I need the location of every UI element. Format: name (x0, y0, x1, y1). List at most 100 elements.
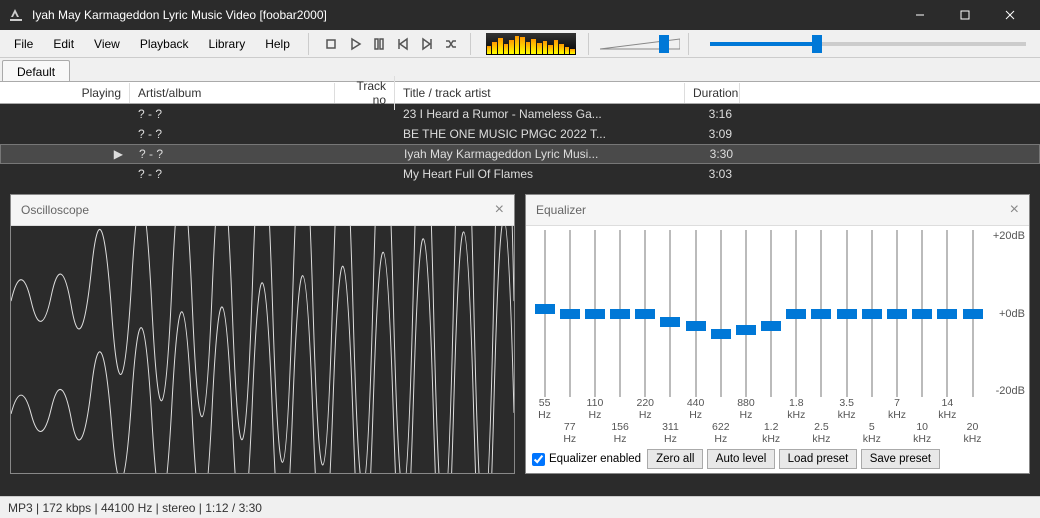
eq-freq-label (582, 421, 607, 445)
toolbar: FileEditViewPlaybackLibraryHelp (0, 30, 1040, 58)
eq-enable-checkbox[interactable]: Equalizer enabled (532, 453, 641, 466)
eq-freq-label: 14 kHz (935, 397, 960, 421)
equalizer-title: Equalizer (536, 203, 1010, 217)
toolbar-separator (470, 33, 474, 55)
track-artist: ? - ? (130, 165, 335, 183)
random-button[interactable] (440, 33, 462, 55)
eq-freq-label: 622 Hz (708, 421, 733, 445)
window-title: Iyah May Karmageddon Lyric Music Video [… (32, 8, 897, 22)
eq-controls: Equalizer enabled Zero all Auto level Lo… (532, 445, 1023, 471)
track-no (336, 152, 396, 156)
eq-band-slider[interactable] (733, 230, 758, 397)
track-title: BE THE ONE MUSIC PMGC 2022 T... (395, 125, 685, 143)
seek-slider[interactable] (710, 33, 1026, 55)
eq-sliders: +20dB +0dB -20dB (532, 230, 1023, 397)
eq-zero-all-button[interactable]: Zero all (647, 449, 703, 469)
track-title: 23 I Heard a Rumor - Nameless Ga... (395, 105, 685, 123)
eq-band-slider[interactable] (759, 230, 784, 397)
status-text: MP3 | 172 kbps | 44100 Hz | stereo | 1:1… (8, 501, 262, 515)
menu-help[interactable]: Help (255, 33, 300, 55)
col-artist[interactable]: Artist/album (130, 83, 335, 103)
track-no (335, 112, 395, 116)
eq-band-slider[interactable] (557, 230, 582, 397)
eq-save-preset-button[interactable]: Save preset (861, 449, 940, 469)
track-no (335, 172, 395, 176)
tab-strip: Default (0, 58, 1040, 82)
eq-load-preset-button[interactable]: Load preset (779, 449, 858, 469)
eq-band-slider[interactable] (834, 230, 859, 397)
maximize-button[interactable] (942, 0, 987, 30)
eq-band-slider[interactable] (910, 230, 935, 397)
playing-indicator: ▶ (1, 145, 131, 163)
spectrum-visualizer[interactable] (486, 33, 576, 55)
eq-band-slider[interactable] (582, 230, 607, 397)
eq-freq-label: 1.2 kHz (759, 421, 784, 445)
track-row[interactable]: ? - ?23 I Heard a Rumor - Nameless Ga...… (0, 104, 1040, 124)
panels-area: Oscilloscope × Equalizer × +20dB +0dB -2… (0, 184, 1040, 484)
next-button[interactable] (416, 33, 438, 55)
title-bar: Iyah May Karmageddon Lyric Music Video [… (0, 0, 1040, 30)
oscilloscope-title: Oscilloscope (21, 203, 495, 217)
menu-view[interactable]: View (84, 33, 130, 55)
status-bar: MP3 | 172 kbps | 44100 Hz | stereo | 1:1… (0, 496, 1040, 518)
eq-band-slider[interactable] (960, 230, 985, 397)
playing-indicator (0, 132, 130, 136)
play-button[interactable] (344, 33, 366, 55)
eq-band-slider[interactable] (784, 230, 809, 397)
col-duration[interactable]: Duration (685, 83, 740, 103)
col-title[interactable]: Title / track artist (395, 83, 685, 103)
close-icon[interactable]: × (1010, 201, 1019, 219)
eq-freq-label (532, 421, 557, 445)
eq-band-slider[interactable] (859, 230, 884, 397)
eq-freq-label (557, 397, 582, 421)
eq-freq-label: 110 Hz (582, 397, 607, 421)
track-duration: 3:03 (685, 165, 740, 183)
eq-band-slider[interactable] (884, 230, 909, 397)
volume-slider[interactable] (600, 33, 680, 55)
eq-band-slider[interactable] (633, 230, 658, 397)
toolbar-separator (588, 33, 592, 55)
playlist[interactable]: ? - ? 23 I Heard a Rumor - Nameless Ga...… (0, 104, 1040, 184)
oscilloscope-panel: Oscilloscope × (10, 194, 515, 474)
eq-band-slider[interactable] (608, 230, 633, 397)
menu-edit[interactable]: Edit (43, 33, 84, 55)
eq-band-slider[interactable] (683, 230, 708, 397)
toolbar-separator (688, 33, 692, 55)
eq-freq-label: 440 Hz (683, 397, 708, 421)
eq-freq-label (708, 397, 733, 421)
prev-button[interactable] (392, 33, 414, 55)
eq-auto-level-button[interactable]: Auto level (707, 449, 776, 469)
eq-freq-label: 880 Hz (733, 397, 758, 421)
col-playing[interactable]: Playing (0, 83, 130, 103)
eq-band-slider[interactable] (809, 230, 834, 397)
eq-freq-label (859, 397, 884, 421)
track-row[interactable]: ? - ?BE THE ONE MUSIC PMGC 2022 T...3:09 (0, 124, 1040, 144)
equalizer-panel: Equalizer × +20dB +0dB -20dB 55 Hz110 Hz… (525, 194, 1030, 474)
minimize-button[interactable] (897, 0, 942, 30)
eq-band-slider[interactable] (532, 230, 557, 397)
close-icon[interactable]: × (495, 201, 504, 219)
close-button[interactable] (987, 0, 1032, 30)
eq-freq-label (809, 397, 834, 421)
track-row[interactable]: ? - ?My Heart Full Of Flames3:03 (0, 164, 1040, 184)
pause-button[interactable] (368, 33, 390, 55)
track-no (335, 132, 395, 136)
menu-playback[interactable]: Playback (130, 33, 199, 55)
menu-file[interactable]: File (4, 33, 43, 55)
eq-band-slider[interactable] (935, 230, 960, 397)
eq-band-slider[interactable] (658, 230, 683, 397)
eq-freq-label (608, 397, 633, 421)
stop-button[interactable] (320, 33, 342, 55)
eq-freq-labels: 55 Hz110 Hz220 Hz440 Hz880 Hz1.8 kHz3.5 … (532, 397, 1023, 421)
col-trackno[interactable]: Track no (335, 76, 395, 110)
track-artist: ? - ? (131, 145, 336, 163)
eq-freq-label: 1.8 kHz (784, 397, 809, 421)
toolbar-separator (308, 33, 312, 55)
eq-band-slider[interactable] (708, 230, 733, 397)
eq-freq-label (935, 421, 960, 445)
tab-default[interactable]: Default (2, 60, 70, 81)
track-row[interactable]: ▶? - ?Iyah May Karmageddon Lyric Musi...… (0, 144, 1040, 164)
eq-freq-label: 220 Hz (633, 397, 658, 421)
eq-freq-labels: 77 Hz156 Hz311 Hz622 Hz1.2 kHz2.5 kHz5 k… (532, 421, 1023, 445)
menu-library[interactable]: Library (199, 33, 256, 55)
